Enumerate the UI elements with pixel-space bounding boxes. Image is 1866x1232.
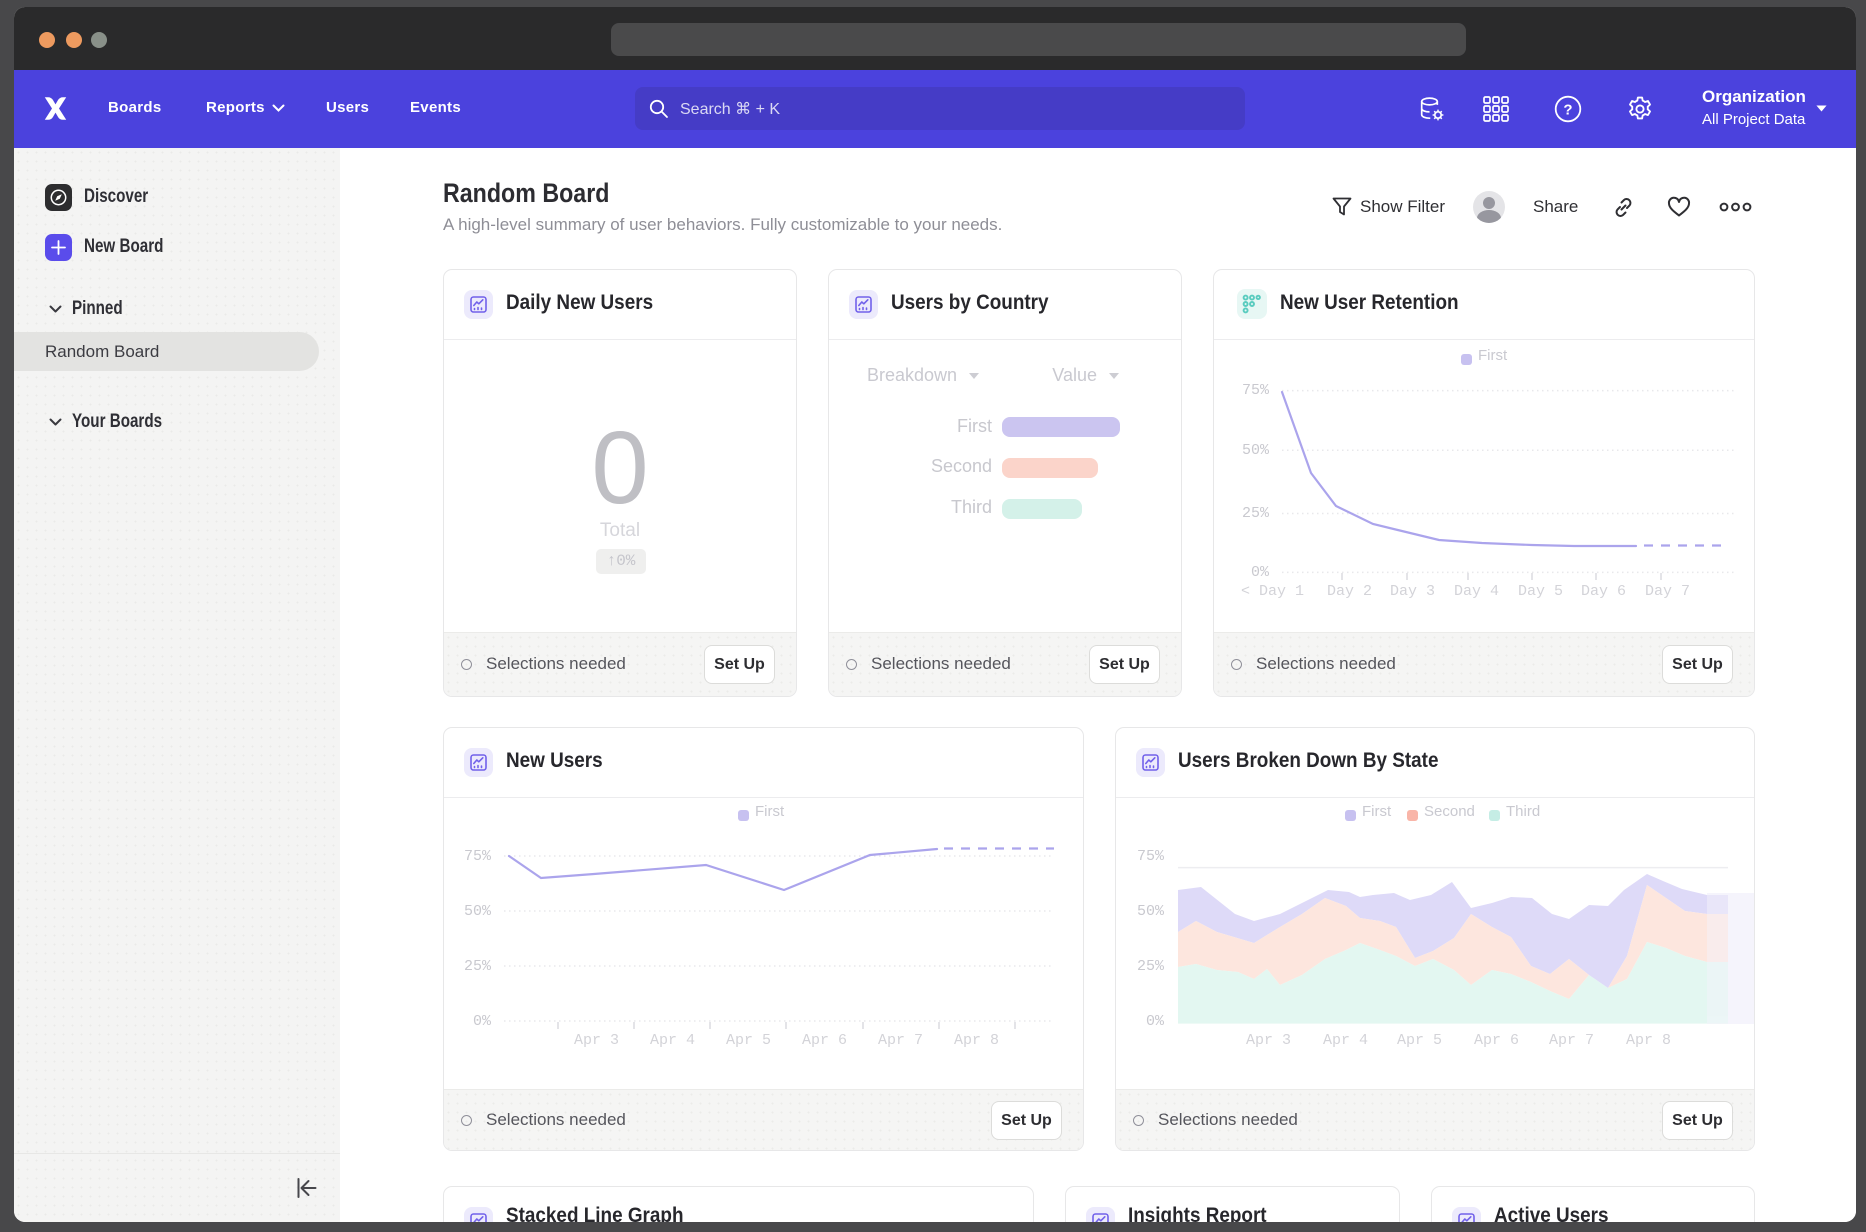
svg-text:?: ? [1563, 102, 1572, 119]
